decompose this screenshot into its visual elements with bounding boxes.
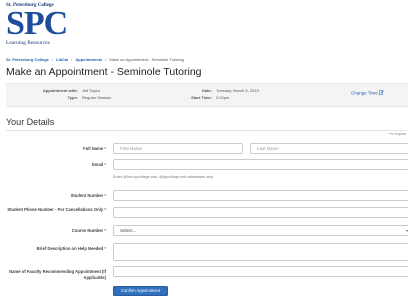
breadcrumb: St. Petersburg College / LibCal / Appointmen… <box>6 57 184 62</box>
required-mark: * <box>104 193 106 198</box>
phone-label: Student Phone Number - For Cancellations… <box>7 207 106 212</box>
appointment-type-value: Regular Session <box>82 95 112 100</box>
confirm-appointment-button[interactable]: Confirm Appointment <box>113 286 168 296</box>
course-selected-value: Select... <box>120 228 137 233</box>
required-note: * is require <box>388 132 407 136</box>
description-textarea[interactable] <box>113 243 408 261</box>
date-value: Tuesday, March 5, 2019 <box>216 88 259 93</box>
email-input[interactable] <box>113 159 408 170</box>
required-mark: * <box>104 228 106 233</box>
last-name-input[interactable]: Last Name <box>250 143 408 154</box>
student-number-input[interactable] <box>113 190 408 201</box>
page-title: Make an Appointment - Seminole Tutoring <box>6 66 202 78</box>
course-number-select[interactable]: Select... ▾ <box>113 225 408 236</box>
course-number-label: Course Number * <box>71 228 106 233</box>
appointment-details: Appointment with: Jeff Taylor Type: Regu… <box>6 83 408 107</box>
phone-input[interactable] <box>113 207 408 218</box>
faculty-input[interactable] <box>113 266 408 277</box>
logo-spc: SPC <box>6 5 68 42</box>
faculty-label: Name of Faculty Recommending Appointment… <box>9 269 106 280</box>
breadcrumb-separator: / <box>51 57 54 62</box>
spc-logo[interactable]: St. Petersburg College SPC Learning Reso… <box>6 3 68 46</box>
required-mark: * <box>104 246 106 251</box>
change-time-label: Change Time <box>351 90 378 96</box>
required-mark: * <box>104 146 106 151</box>
appointment-with-label: Appointment with: <box>42 88 78 93</box>
first-name-input[interactable]: First Name <box>113 143 243 154</box>
change-time-link[interactable]: Change Time <box>351 90 384 96</box>
email-label: Email * <box>92 162 106 167</box>
start-time-label: Start Time: <box>191 95 212 100</box>
full-name-label: Full Name * <box>83 146 106 151</box>
required-mark: * <box>104 162 106 167</box>
edit-icon <box>379 90 384 95</box>
section-title: Your Details <box>6 117 55 127</box>
breadcrumb-current: Make an Appointment - Seminole Tutoring <box>109 57 184 62</box>
required-mark: * <box>104 207 106 212</box>
appointment-type-label: Type: <box>67 95 78 100</box>
student-number-label: Student Number * <box>70 193 106 198</box>
logo-subtitle: Learning Resources <box>6 40 50 46</box>
description-label: Brief Description on Help Needed * <box>36 246 106 251</box>
appointment-with-value: Jeff Taylor <box>82 88 101 93</box>
breadcrumb-link-college[interactable]: St. Petersburg College <box>6 57 49 62</box>
breadcrumb-link-appointments[interactable]: Appointments <box>75 57 102 62</box>
divider <box>6 130 408 131</box>
date-label: Date: <box>201 88 212 93</box>
breadcrumb-link-libcal[interactable]: LibCal <box>56 57 68 62</box>
email-help-text: Enter @live.spcollege.edu, @spcollege.ed… <box>113 175 214 179</box>
start-time-value: 2:00pm <box>216 95 230 100</box>
